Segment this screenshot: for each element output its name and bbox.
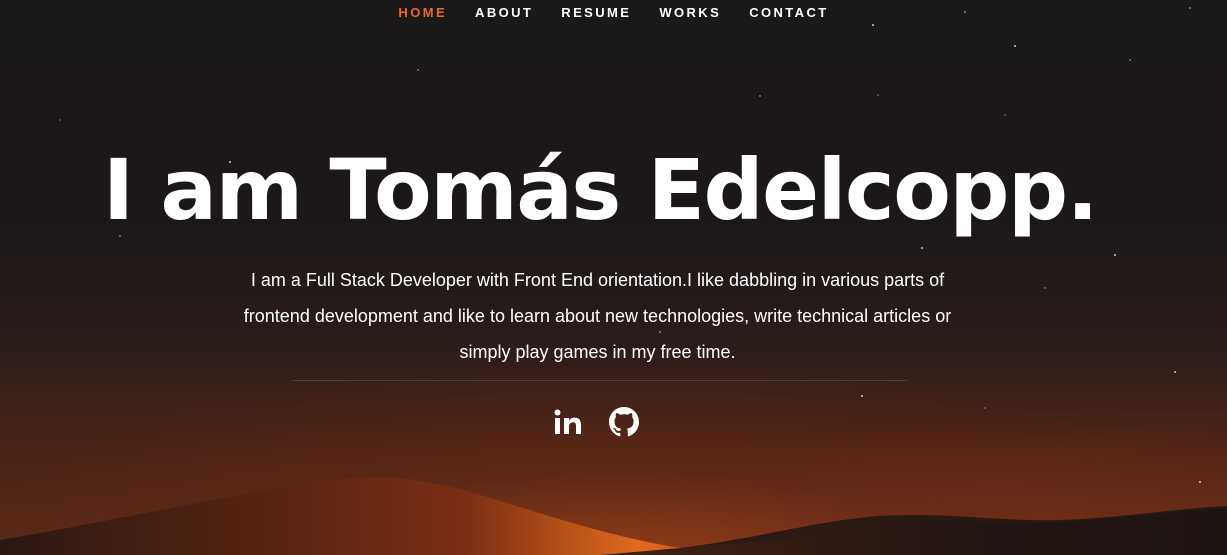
linkedin-icon [554,409,581,434]
nav-contact[interactable]: CONTACT [749,5,828,20]
nav-about[interactable]: ABOUT [475,5,533,20]
nav-home[interactable]: HOME [398,5,447,20]
main-nav: HOME ABOUT RESUME WORKS CONTACT [0,5,1227,20]
hero-headline: I am Tomás Edelcopp. [102,141,1099,239]
hero-bio: I am a Full Stack Developer with Front E… [243,270,952,362]
github-link[interactable] [609,405,639,439]
divider [292,380,907,381]
nav-resume[interactable]: RESUME [561,5,631,20]
nav-works[interactable]: WORKS [659,5,721,20]
linkedin-link[interactable] [553,405,583,439]
social-links [553,405,639,439]
hero-section: HOME ABOUT RESUME WORKS CONTACT I am Tom… [0,0,1227,555]
github-icon [609,407,639,437]
